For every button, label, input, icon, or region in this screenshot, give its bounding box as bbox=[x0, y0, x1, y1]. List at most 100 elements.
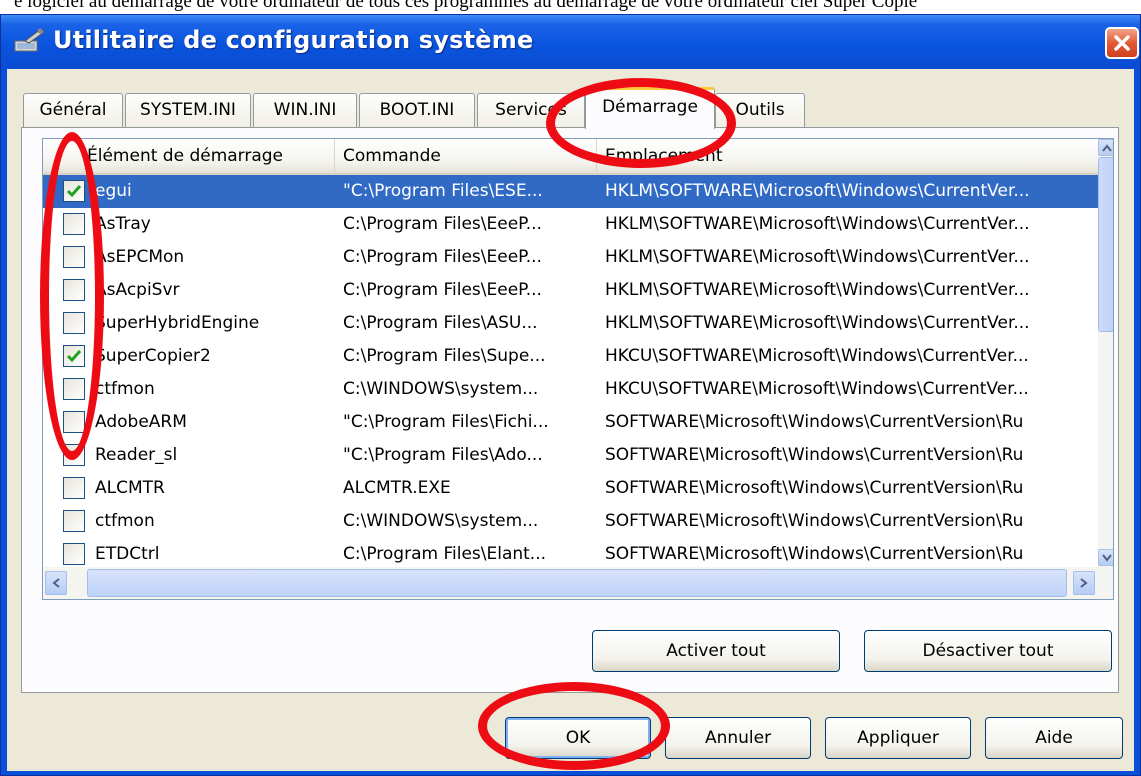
scroll-up-button[interactable] bbox=[1098, 139, 1113, 156]
tab-win-ini[interactable]: WIN.INI bbox=[253, 93, 357, 127]
cell-command: C:\Program Files\Elant... bbox=[343, 544, 547, 564]
cell-location: HKLM\SOFTWARE\Microsoft\Windows\CurrentV… bbox=[605, 280, 1030, 300]
tab-system-ini[interactable]: SYSTEM.INI bbox=[125, 93, 251, 127]
cell-item: ctfmon bbox=[95, 511, 155, 531]
startup-checkbox[interactable] bbox=[63, 279, 85, 301]
cell-command: "C:\Program Files\ESE... bbox=[343, 181, 543, 201]
table-row[interactable]: AsEPCMon C:\Program Files\EeeP... HKLM\SOF… bbox=[43, 241, 1098, 274]
cell-item: SuperCopier2 bbox=[95, 346, 211, 366]
title-bar[interactable]: Utilitaire de configuration système bbox=[1, 15, 1140, 69]
cell-item: AsTray bbox=[95, 214, 151, 234]
column-header-item[interactable]: Élément de démarrage bbox=[43, 139, 335, 173]
startup-checkbox[interactable] bbox=[63, 378, 85, 400]
cell-item: ALCMTR bbox=[95, 478, 165, 498]
chevron-right-icon bbox=[1080, 578, 1088, 588]
close-button[interactable] bbox=[1105, 27, 1139, 59]
cell-command: ALCMTR.EXE bbox=[343, 478, 451, 498]
cell-item: AsEPCMon bbox=[95, 247, 185, 267]
chevron-left-icon bbox=[52, 578, 60, 588]
table-row[interactable]: ctfmon C:\WINDOWS\system... SOFTWARE\Micro… bbox=[43, 505, 1098, 538]
enable-all-button[interactable]: Activer tout bbox=[592, 630, 840, 672]
cell-command: C:\WINDOWS\system... bbox=[343, 511, 539, 531]
cell-location: HKLM\SOFTWARE\Microsoft\Windows\CurrentV… bbox=[605, 247, 1030, 267]
startup-checkbox[interactable] bbox=[63, 444, 85, 466]
scroll-down-button[interactable] bbox=[1098, 549, 1113, 566]
cell-item: ETDCtrl bbox=[95, 544, 160, 564]
vertical-scroll-thumb[interactable] bbox=[1098, 157, 1113, 332]
cell-item: AsAcpiSvr bbox=[95, 280, 180, 300]
cell-location: HKCU\SOFTWARE\Microsoft\Windows\CurrentV… bbox=[605, 346, 1029, 366]
cell-command: C:\Program Files\Supe... bbox=[343, 346, 546, 366]
page-caption: e logiciel au démarrage de votre ordinat… bbox=[0, 0, 1141, 11]
apply-button[interactable]: Appliquer bbox=[825, 717, 971, 759]
table-row[interactable]: egui "C:\Program Files\ESE... HKLM\SOFTWAR… bbox=[43, 175, 1098, 208]
tab-startup[interactable]: Démarrage bbox=[585, 87, 715, 129]
vertical-scrollbar[interactable] bbox=[1098, 139, 1113, 567]
cell-location: SOFTWARE\Microsoft\Windows\CurrentVersio… bbox=[605, 478, 1024, 498]
chevron-up-icon bbox=[1101, 143, 1112, 152]
table-row[interactable]: AsTray C:\Program Files\EeeP... HKLM\SOFTW… bbox=[43, 208, 1098, 241]
table-row[interactable]: ctfmon C:\WINDOWS\system... HKCU\SOFTWARE\… bbox=[43, 373, 1098, 406]
startup-checkbox[interactable] bbox=[63, 312, 85, 334]
table-row[interactable]: SuperCopier2 C:\Program Files\Supe... HKCU… bbox=[43, 340, 1098, 373]
table-row[interactable]: AsAcpiSvr C:\Program Files\EeeP... HKLM\SO… bbox=[43, 274, 1098, 307]
horizontal-scrollbar[interactable] bbox=[43, 567, 1113, 599]
msconfig-window: Utilitaire de configuration système Géné… bbox=[0, 14, 1141, 776]
startup-rows: egui "C:\Program Files\ESE... HKLM\SOFTWAR… bbox=[43, 175, 1098, 567]
cell-command: "C:\Program Files\Fichi... bbox=[343, 412, 549, 432]
cell-command: C:\Program Files\EeeP... bbox=[343, 214, 542, 234]
window-title: Utilitaire de configuration système bbox=[53, 26, 534, 54]
help-button[interactable]: Aide bbox=[985, 717, 1123, 759]
startup-checkbox[interactable] bbox=[63, 213, 85, 235]
table-row[interactable]: ALCMTR ALCMTR.EXE SOFTWARE\Microsoft\Windo… bbox=[43, 472, 1098, 505]
checkmark-icon bbox=[66, 185, 82, 198]
close-x-icon bbox=[1114, 35, 1130, 51]
startup-checkbox[interactable] bbox=[63, 345, 85, 367]
table-row[interactable]: ETDCtrl C:\Program Files\Elant... SOFTWARE… bbox=[43, 538, 1098, 567]
cell-command: C:\Program Files\ASU... bbox=[343, 313, 538, 333]
scroll-right-button[interactable] bbox=[1073, 571, 1095, 595]
scroll-left-button[interactable] bbox=[45, 571, 67, 595]
startup-checkbox[interactable] bbox=[63, 246, 85, 268]
cell-command: C:\Program Files\EeeP... bbox=[343, 280, 542, 300]
chevron-down-icon bbox=[1101, 553, 1112, 562]
cell-location: SOFTWARE\Microsoft\Windows\CurrentVersio… bbox=[605, 511, 1024, 531]
column-header-command[interactable]: Commande bbox=[335, 139, 597, 173]
table-row[interactable]: SuperHybridEngine C:\Program Files\ASU...… bbox=[43, 307, 1098, 340]
startup-checkbox[interactable] bbox=[63, 477, 85, 499]
cell-location: SOFTWARE\Microsoft\Windows\CurrentVersio… bbox=[605, 544, 1024, 564]
cell-item: SuperHybridEngine bbox=[95, 313, 260, 333]
tab-services[interactable]: Services bbox=[477, 93, 585, 127]
horizontal-scroll-thumb[interactable] bbox=[87, 569, 1067, 597]
cell-location: HKLM\SOFTWARE\Microsoft\Windows\CurrentV… bbox=[605, 181, 1030, 201]
disable-all-button[interactable]: Désactiver tout bbox=[864, 630, 1112, 672]
tab-general[interactable]: Général bbox=[23, 93, 123, 127]
startup-list[interactable]: Élément de démarrage Commande Emplacemen… bbox=[42, 138, 1114, 600]
cell-location: HKLM\SOFTWARE\Microsoft\Windows\CurrentV… bbox=[605, 214, 1030, 234]
cell-location: SOFTWARE\Microsoft\Windows\CurrentVersio… bbox=[605, 412, 1024, 432]
column-header-location[interactable]: Emplacement bbox=[597, 139, 1098, 173]
cancel-button[interactable]: Annuler bbox=[665, 717, 811, 759]
startup-checkbox[interactable] bbox=[63, 411, 85, 433]
tab-tools[interactable]: Outils bbox=[715, 93, 805, 127]
cell-location: SOFTWARE\Microsoft\Windows\CurrentVersio… bbox=[605, 445, 1024, 465]
list-header: Élément de démarrage Commande Emplacemen… bbox=[43, 139, 1098, 175]
cell-location: HKLM\SOFTWARE\Microsoft\Windows\CurrentV… bbox=[605, 313, 1030, 333]
checkmark-icon bbox=[66, 350, 82, 363]
cell-item: Reader_sl bbox=[95, 445, 178, 465]
cell-item: AdobeARM bbox=[95, 412, 187, 432]
table-row[interactable]: AdobeARM "C:\Program Files\Fichi... SOFTWA… bbox=[43, 406, 1098, 439]
ok-button[interactable]: OK bbox=[505, 717, 651, 759]
startup-checkbox[interactable] bbox=[63, 510, 85, 532]
cell-item: egui bbox=[95, 181, 132, 201]
msconfig-icon bbox=[14, 28, 45, 52]
dialog-body: Général SYSTEM.INI WIN.INI BOOT.INI Serv… bbox=[7, 69, 1134, 771]
cell-location: HKCU\SOFTWARE\Microsoft\Windows\CurrentV… bbox=[605, 379, 1029, 399]
startup-checkbox[interactable] bbox=[63, 543, 85, 565]
cell-command: C:\Program Files\EeeP... bbox=[343, 247, 542, 267]
cell-command: C:\WINDOWS\system... bbox=[343, 379, 539, 399]
startup-checkbox[interactable] bbox=[63, 180, 85, 202]
table-row[interactable]: Reader_sl "C:\Program Files\Ado... SOFTWAR… bbox=[43, 439, 1098, 472]
tab-boot-ini[interactable]: BOOT.INI bbox=[359, 93, 475, 127]
cell-command: "C:\Program Files\Ado... bbox=[343, 445, 543, 465]
